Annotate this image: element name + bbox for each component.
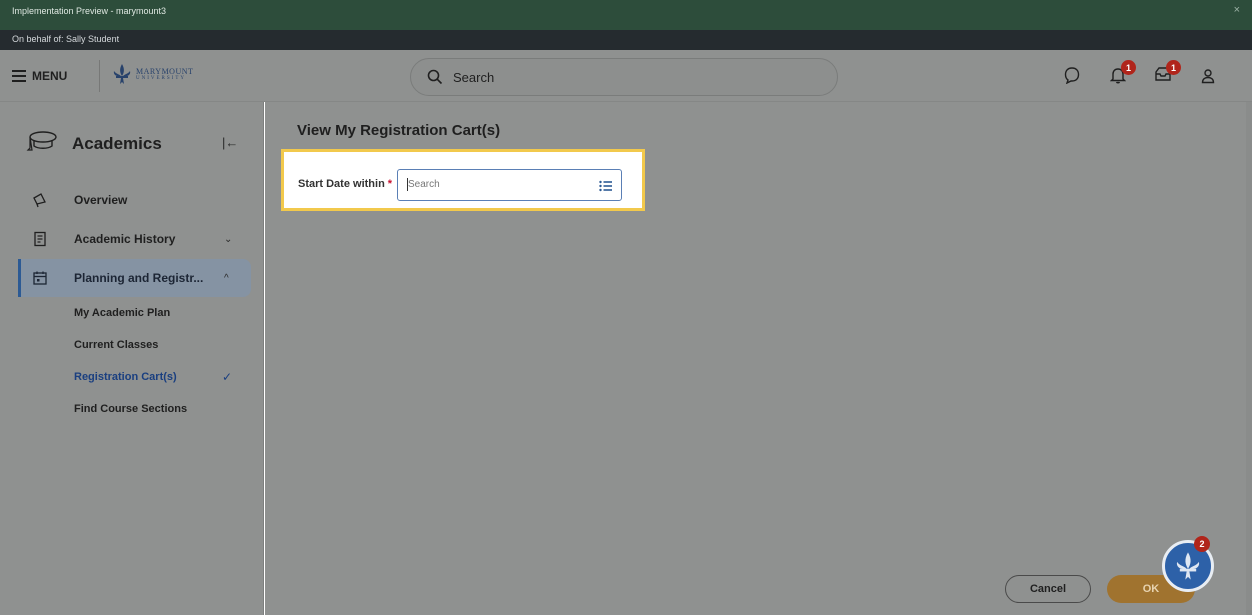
sidebar-subitem-registration-carts[interactable]: Registration Cart(s) bbox=[74, 371, 177, 383]
sidebar-item-label: Planning and Registr... bbox=[74, 271, 204, 285]
main-content: View My Registration Cart(s) Start Date … bbox=[265, 102, 1252, 615]
notifications-badge: 1 bbox=[1121, 60, 1136, 75]
logo-subname: UNIVERSITY bbox=[136, 75, 186, 81]
check-icon: ✓ bbox=[222, 370, 233, 384]
on-behalf-text: On behalf of: Sally Student bbox=[12, 34, 120, 44]
window-title: Implementation Preview - marymount3 bbox=[12, 6, 167, 16]
megaphone-icon bbox=[32, 192, 48, 208]
hamburger-icon bbox=[12, 70, 26, 82]
search-icon bbox=[427, 69, 443, 85]
window-title-bar: Implementation Preview - marymount3 × bbox=[0, 0, 1252, 30]
chevron-down-icon[interactable]: ⌄ bbox=[224, 234, 232, 245]
scrollbar[interactable] bbox=[1246, 102, 1252, 615]
fleur-de-lis-icon bbox=[1176, 552, 1200, 580]
sidebar-subitem-my-academic-plan[interactable]: My Academic Plan bbox=[74, 307, 170, 319]
university-logo[interactable]: MARYMOUNT UNIVERSITY bbox=[112, 63, 193, 85]
menu-button[interactable]: MENU bbox=[12, 65, 88, 87]
sidebar-subitem-current-classes[interactable]: Current Classes bbox=[74, 339, 158, 351]
app-header: MENU MARYMOUNT UNIVERSITY Search 1 1 bbox=[0, 50, 1252, 102]
sidebar-item-overview[interactable]: Overview bbox=[18, 181, 251, 219]
sidebar-item-label: Overview bbox=[74, 193, 128, 207]
calendar-icon bbox=[32, 270, 48, 286]
global-search[interactable]: Search bbox=[410, 58, 838, 96]
start-date-input[interactable]: Search bbox=[397, 169, 622, 201]
start-date-placeholder: Search bbox=[408, 179, 440, 190]
inbox-badge: 1 bbox=[1166, 60, 1181, 75]
required-marker: * bbox=[387, 178, 393, 190]
sidebar-item-academic-history[interactable]: Academic History ⌄ bbox=[18, 220, 251, 258]
graduation-cap-icon bbox=[26, 130, 58, 157]
sidebar-item-label: Academic History bbox=[74, 232, 176, 246]
profile-icon[interactable] bbox=[1201, 68, 1215, 89]
sidebar-header: Academics bbox=[26, 130, 162, 157]
collapse-sidebar-icon[interactable]: |← bbox=[222, 135, 238, 150]
sidebar-subitem-find-course-sections[interactable]: Find Course Sections bbox=[74, 403, 187, 415]
sidebar: Academics |← Overview Academic History ⌄… bbox=[0, 102, 264, 615]
sidebar-item-planning-registration[interactable]: Planning and Registr... ^ bbox=[18, 259, 251, 297]
start-date-field-highlight: Start Date within * Search bbox=[281, 149, 645, 211]
chat-icon[interactable] bbox=[1064, 66, 1080, 89]
start-date-label: Start Date within * bbox=[298, 178, 392, 190]
cancel-button[interactable]: Cancel bbox=[1005, 575, 1091, 603]
list-prompt-icon[interactable] bbox=[599, 179, 613, 197]
menu-label: MENU bbox=[32, 69, 68, 83]
search-placeholder: Search bbox=[453, 69, 495, 85]
on-behalf-bar: On behalf of: Sally Student bbox=[0, 30, 1252, 50]
start-date-label-text: Start Date within bbox=[298, 178, 385, 190]
document-icon bbox=[32, 231, 48, 247]
page-title: View My Registration Cart(s) bbox=[297, 122, 501, 139]
logo-name: MARYMOUNT bbox=[136, 66, 194, 76]
sidebar-title: Academics bbox=[72, 133, 162, 153]
fleur-de-lis-logo bbox=[113, 64, 131, 84]
assistant-badge: 2 bbox=[1194, 536, 1210, 552]
close-icon[interactable]: × bbox=[1234, 4, 1240, 16]
header-divider bbox=[99, 60, 100, 92]
chevron-up-icon[interactable]: ^ bbox=[224, 273, 229, 284]
